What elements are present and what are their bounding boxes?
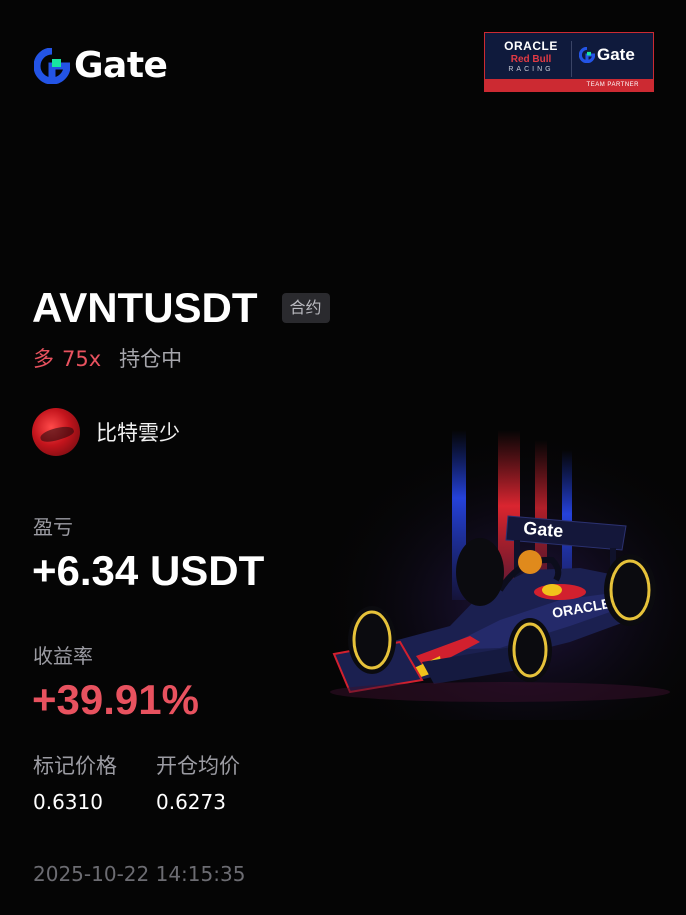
team-partner-badge: ORACLE Red Bull RACING Gate TEAM PARTNER: [484, 32, 654, 92]
mark-price-label: 标记价格: [33, 754, 117, 778]
redbull-text: Red Bull: [510, 54, 552, 65]
pnl-value: +6.34 USDT: [32, 547, 265, 594]
entry-price-value: 0.6273: [156, 790, 226, 814]
leverage-label: 75x: [62, 347, 102, 371]
gate-logo: Gate: [34, 45, 168, 86]
position-status: 持仓中: [119, 347, 183, 371]
direction-label: 多: [33, 347, 54, 371]
username: 比特雲少: [96, 421, 180, 445]
symbol-row: AVNTUSDT 合约: [32, 282, 330, 334]
gate-logo-icon: [34, 48, 70, 84]
gate-logo-small-icon: [579, 47, 595, 63]
oracle-redbull-logo: ORACLE Red Bull RACING: [491, 39, 571, 73]
roi-label: 收益率: [33, 644, 93, 668]
symbol: AVNTUSDT: [32, 284, 258, 331]
entry-price-label: 开仓均价: [156, 754, 240, 778]
rear-wing-text: Gate: [523, 518, 565, 541]
racing-text: RACING: [508, 66, 554, 73]
race-car-illustration: Gate ORACLE: [330, 430, 686, 720]
contract-tag: 合约: [281, 293, 330, 323]
position-info: 多 75x 持仓中: [33, 343, 182, 373]
avatar: [32, 408, 80, 456]
rear-left-wheel: [456, 538, 504, 606]
brand-name: Gate: [74, 45, 168, 86]
oracle-text: ORACLE: [504, 39, 558, 53]
team-partner-text: TEAM PARTNER: [485, 79, 653, 91]
partner-gate-logo: Gate: [579, 45, 635, 65]
pnl-label: 盈亏: [33, 515, 73, 539]
timestamp: 2025-10-22 14:15:35: [33, 862, 246, 886]
badge-divider: [571, 41, 572, 77]
user-row: 比特雲少: [32, 408, 180, 456]
mark-price-value: 0.6310: [33, 790, 103, 814]
partner-gate-text: Gate: [597, 45, 635, 64]
share-card: Gate ORACLE Red Bull RACING Gate TEAM PA…: [0, 0, 686, 915]
roi-value: +39.91%: [32, 676, 199, 723]
